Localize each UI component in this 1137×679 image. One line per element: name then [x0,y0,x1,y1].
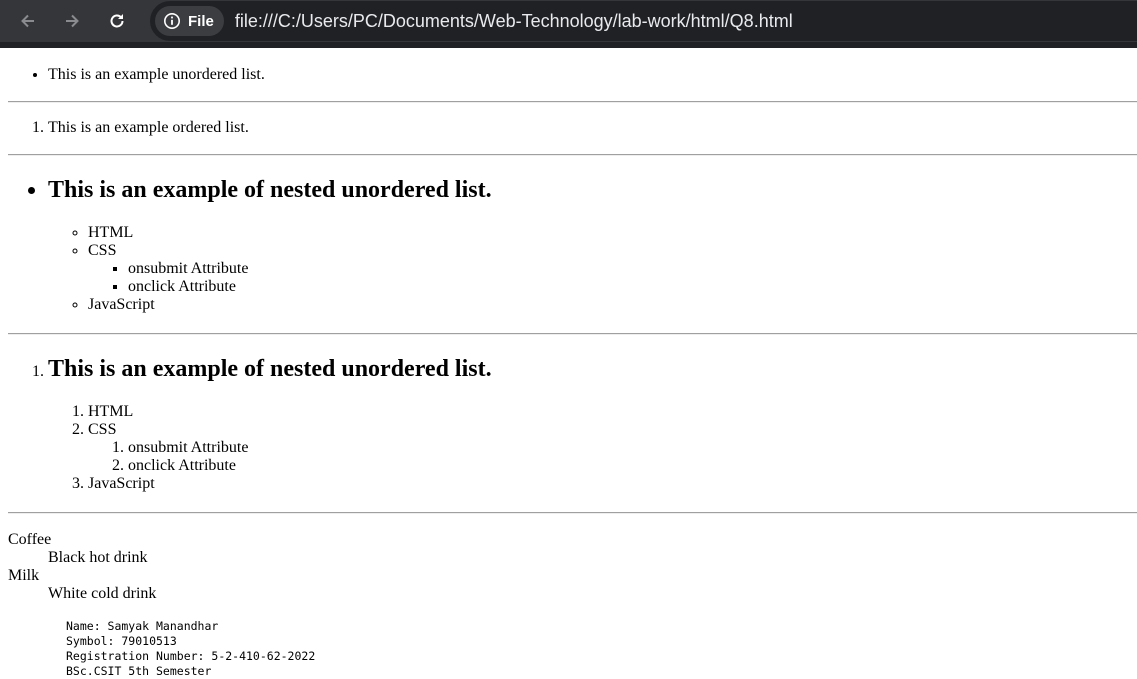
reload-icon [110,14,124,28]
forward-button[interactable] [56,5,88,37]
student-symbol: Symbol: 79010513 [66,634,177,648]
definition-term: Coffee [8,531,52,548]
definition-list: Coffee Black hot drink Milk White cold d… [8,531,1137,603]
list-item: JavaScript [88,475,1137,493]
list-item: HTML [88,403,1137,421]
list-item: This is an example of nested unordered l… [48,176,1137,314]
definition-description: White cold drink [48,585,157,602]
info-icon [164,13,180,29]
list-item: HTML [88,224,1137,242]
list-item: This is an example unordered list. [48,66,1137,84]
list-item: CSS onsubmit Attribute onclick Attribute [88,242,1137,296]
list-item: This is an example ordered list. [48,119,1137,137]
list-item-label: CSS [88,242,117,259]
nested-ordered-heading: This is an example of nested unordered l… [48,356,492,382]
definition-description: Black hot drink [48,549,148,566]
list-item: onsubmit Attribute [128,439,1137,457]
site-info-label: File [188,12,214,30]
nested-ordered-sublist: HTML CSS onsubmit Attribute onclick Attr… [48,403,1137,493]
list-item: JavaScript [88,296,1137,314]
page-content: This is an example unordered list. This … [0,48,1137,679]
student-semester: BSc.CSIT 5th Semester [66,664,212,678]
list-item: onclick Attribute [128,278,1137,296]
list-item: onsubmit Attribute [128,260,1137,278]
url-text[interactable]: file:///C:/Users/PC/Documents/Web-Techno… [235,11,793,32]
student-registration: Registration Number: 5-2-410-62-2022 [66,649,316,663]
nested-unordered-list: This is an example of nested unordered l… [8,156,1137,333]
list-item-label: CSS [88,421,117,438]
arrow-right-icon [66,14,79,28]
back-button[interactable] [12,5,44,37]
arrow-left-icon [21,14,34,28]
list-item: CSS onsubmit Attribute onclick Attribute [88,421,1137,475]
student-name: Name: Samyak Manandhar [66,619,219,633]
nested-unordered-heading: This is an example of nested unordered l… [48,177,492,203]
address-bar[interactable]: File file:///C:/Users/PC/Documents/Web-T… [150,1,1137,41]
browser-toolbar: File file:///C:/Users/PC/Documents/Web-T… [0,0,1137,48]
list-item: onclick Attribute [128,457,1137,475]
reload-button[interactable] [101,5,133,37]
student-info: Name: Samyak Manandhar Symbol: 79010513 … [66,619,1137,679]
divider [8,512,1137,514]
unordered-list: This is an example unordered list. [8,48,1137,101]
definition-term: Milk [8,567,40,584]
css-sublist: onsubmit Attribute onclick Attribute [88,260,1137,296]
site-info-button[interactable]: File [155,6,224,36]
ordered-list: This is an example ordered list. [8,103,1137,154]
list-item: This is an example of nested unordered l… [48,355,1137,493]
nested-unordered-sublist: HTML CSS onsubmit Attribute onclick Attr… [48,224,1137,314]
nested-ordered-list: This is an example of nested unordered l… [8,335,1137,512]
css-sublist: onsubmit Attribute onclick Attribute [88,439,1137,475]
